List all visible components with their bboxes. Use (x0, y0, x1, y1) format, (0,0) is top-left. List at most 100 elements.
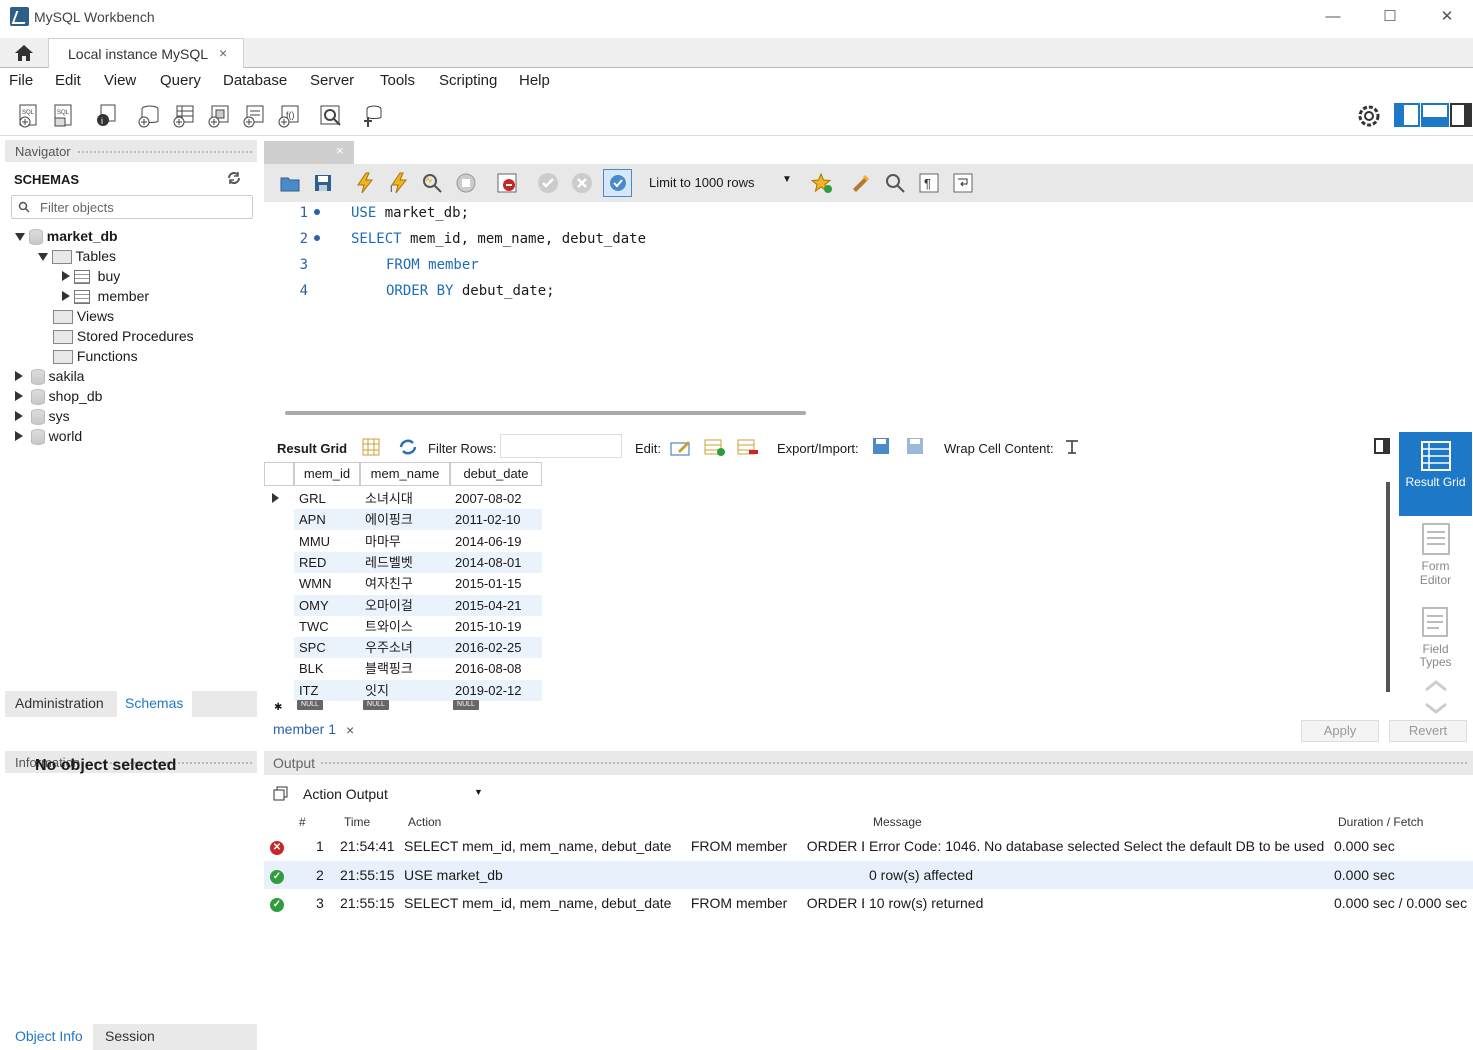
sql-editor[interactable]: 1 USE market_db; 2 SELECT mem_id, mem_name… (264, 202, 1473, 402)
search-table-data-icon[interactable] (318, 103, 344, 129)
grid-cell[interactable]: 2016-02-25 (450, 637, 542, 659)
delete-row-icon[interactable] (737, 437, 759, 457)
grid-cell[interactable]: BLK (294, 658, 360, 680)
expand-arrow-icon[interactable] (15, 411, 23, 421)
commit-icon[interactable] (537, 172, 559, 194)
tree-item-tables[interactable]: Tables (38, 246, 116, 266)
export-icon[interactable] (871, 436, 893, 458)
apply-button[interactable]: Apply (1301, 720, 1379, 742)
tree-item-market-db[interactable]: market_db (15, 226, 118, 246)
grid-cell[interactable]: 2015-10-19 (450, 615, 542, 637)
tab-schemas[interactable]: Schemas (117, 691, 192, 717)
column-header[interactable]: debut_date (450, 462, 542, 486)
result-tab-member-1[interactable]: member 1 × (264, 720, 364, 742)
minimize-button[interactable]: — (1304, 0, 1362, 34)
tab-administration[interactable]: Administration (15, 695, 104, 711)
menu-server[interactable]: Server (310, 72, 354, 89)
menu-help[interactable]: Help (519, 72, 550, 89)
grid-cell[interactable]: 2007-08-02 (450, 488, 542, 509)
create-table-icon[interactable] (171, 103, 197, 129)
toggle-sidebar-icon[interactable] (1394, 103, 1420, 127)
tree-item-member[interactable]: member (62, 286, 149, 306)
grid-cell[interactable]: MMU (294, 530, 360, 552)
tree-item-world[interactable]: world (15, 426, 82, 446)
result-grid[interactable]: mem_id mem_name debut_date GRL 소녀시대 2007-0… (264, 462, 544, 714)
tab-session[interactable]: Session (105, 1028, 155, 1044)
grid-cell[interactable]: GRL (294, 488, 360, 509)
create-schema-icon[interactable] (136, 103, 162, 129)
tree-item-sys[interactable]: sys (15, 406, 70, 426)
beautify-icon[interactable] (850, 172, 872, 194)
tab-object-info[interactable]: Object Info (5, 1024, 93, 1050)
filter-objects-input[interactable]: Filter objects (11, 195, 253, 219)
grid-cell[interactable]: 소녀시대 (360, 488, 450, 509)
tree-item-views[interactable]: Views (53, 306, 114, 326)
menu-file[interactable]: File (9, 72, 33, 89)
grid-cell[interactable]: 2016-08-08 (450, 658, 542, 680)
grid-cell[interactable]: 2014-08-01 (450, 551, 542, 573)
expand-arrow-icon[interactable] (38, 253, 48, 261)
toggle-secondary-sidebar-icon[interactable] (1450, 103, 1472, 127)
inspector-icon[interactable]: i (93, 103, 119, 129)
limit-rows-select[interactable]: Limit to 1000 rows ▼ (636, 169, 796, 197)
output-row[interactable]: ✕ 1 21:54:41 SELECT mem_id, mem_name, debut… (264, 832, 1473, 860)
wrap-cell-icon[interactable] (1064, 439, 1080, 455)
grid-cell[interactable]: 블랙핑크 (360, 658, 450, 680)
expand-arrow-icon[interactable] (15, 233, 25, 241)
grid-cell[interactable]: 잇지 (360, 679, 450, 701)
maximize-button[interactable]: ☐ (1361, 0, 1419, 34)
edit-row-icon[interactable] (670, 437, 692, 457)
filter-rows-input[interactable] (500, 434, 622, 458)
menu-tools[interactable]: Tools (380, 72, 415, 89)
reconnect-icon[interactable] (360, 103, 386, 129)
instance-tab[interactable]: Local instance MySQL × (48, 38, 244, 68)
grid-cell[interactable]: 트와이스 (360, 615, 450, 637)
result-tab-close-button[interactable]: × (346, 722, 354, 738)
expand-arrow-icon[interactable] (15, 431, 23, 441)
toggle-error-stop-icon[interactable] (496, 172, 518, 194)
menu-view[interactable]: View (104, 72, 136, 89)
grid-cell[interactable]: 2015-01-15 (450, 573, 542, 595)
grid-cell[interactable]: 오마이걸 (360, 594, 450, 616)
grid-cell[interactable]: 2014-06-19 (450, 530, 542, 552)
menu-database[interactable]: Database (223, 72, 287, 89)
menu-scripting[interactable]: Scripting (439, 72, 497, 89)
editor-horizontal-scrollbar[interactable] (285, 411, 806, 415)
expand-arrow-icon[interactable] (15, 371, 23, 381)
query-tab-close-button[interactable]: × (336, 143, 344, 158)
null-badge[interactable]: NULL (453, 700, 479, 710)
open-sql-script-icon[interactable]: SQL (51, 103, 77, 129)
grid-cell[interactable]: TWC (294, 615, 360, 637)
grid-columns-icon[interactable] (362, 438, 380, 456)
find-icon[interactable] (884, 172, 906, 194)
grid-cell[interactable]: 레드벨벳 (360, 551, 450, 573)
menu-query[interactable]: Query (160, 72, 201, 89)
autocommit-toggle[interactable] (603, 169, 632, 197)
output-row[interactable]: ✓ 2 21:55:15 USE market_db 0 row(s) affected… (264, 860, 1473, 889)
create-function-icon[interactable]: f() (276, 103, 302, 129)
result-grid-side-button[interactable]: Result Grid (1399, 432, 1472, 516)
output-row[interactable]: ✓ 3 21:55:15 SELECT mem_id, mem_name, debut… (264, 889, 1473, 917)
add-snippet-icon[interactable] (811, 172, 833, 194)
settings-gear-icon[interactable] (1357, 104, 1381, 128)
null-badge[interactable]: NULL (363, 700, 389, 710)
expand-arrow-icon[interactable] (15, 391, 23, 401)
tree-item-shop-db[interactable]: shop_db (15, 386, 102, 406)
execute-icon[interactable] (354, 172, 376, 194)
new-sql-tab-icon[interactable]: SQL (16, 103, 42, 129)
stop-icon[interactable] (455, 172, 477, 194)
close-button[interactable]: ✕ (1418, 0, 1473, 34)
revert-button[interactable]: Revert (1389, 720, 1467, 742)
grid-cell[interactable]: SPC (294, 637, 360, 659)
grid-cell[interactable]: APN (294, 509, 360, 531)
invisible-chars-icon[interactable]: ¶ (918, 172, 940, 194)
execute-current-icon[interactable]: I (388, 172, 410, 194)
home-tab[interactable] (4, 38, 44, 67)
column-header[interactable]: mem_name (360, 462, 450, 486)
refresh-schemas-icon[interactable] (226, 171, 242, 185)
result-grid-label[interactable]: Result Grid (277, 441, 347, 456)
query-tab[interactable]: × (264, 141, 354, 164)
create-view-icon[interactable] (206, 103, 232, 129)
grid-cell[interactable]: ITZ (294, 679, 360, 701)
instance-tab-close-button[interactable]: × (219, 45, 227, 61)
